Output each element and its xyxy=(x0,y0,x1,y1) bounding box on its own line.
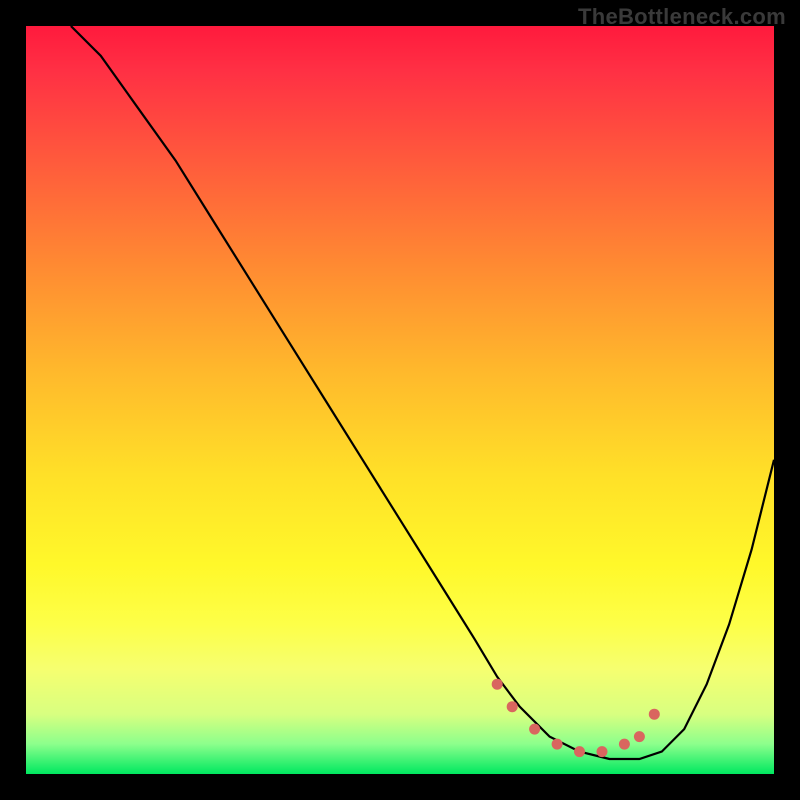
marker-dot xyxy=(597,746,608,757)
marker-dot xyxy=(529,724,540,735)
chart-plot-area xyxy=(26,26,774,774)
marker-dot xyxy=(507,701,518,712)
marker-dots xyxy=(492,679,660,757)
marker-dot xyxy=(634,731,645,742)
marker-dot xyxy=(649,709,660,720)
marker-dot xyxy=(574,746,585,757)
bottleneck-curve xyxy=(71,26,774,759)
marker-dot xyxy=(619,739,630,750)
marker-dot xyxy=(552,739,563,750)
marker-dot xyxy=(492,679,503,690)
chart-svg xyxy=(26,26,774,774)
